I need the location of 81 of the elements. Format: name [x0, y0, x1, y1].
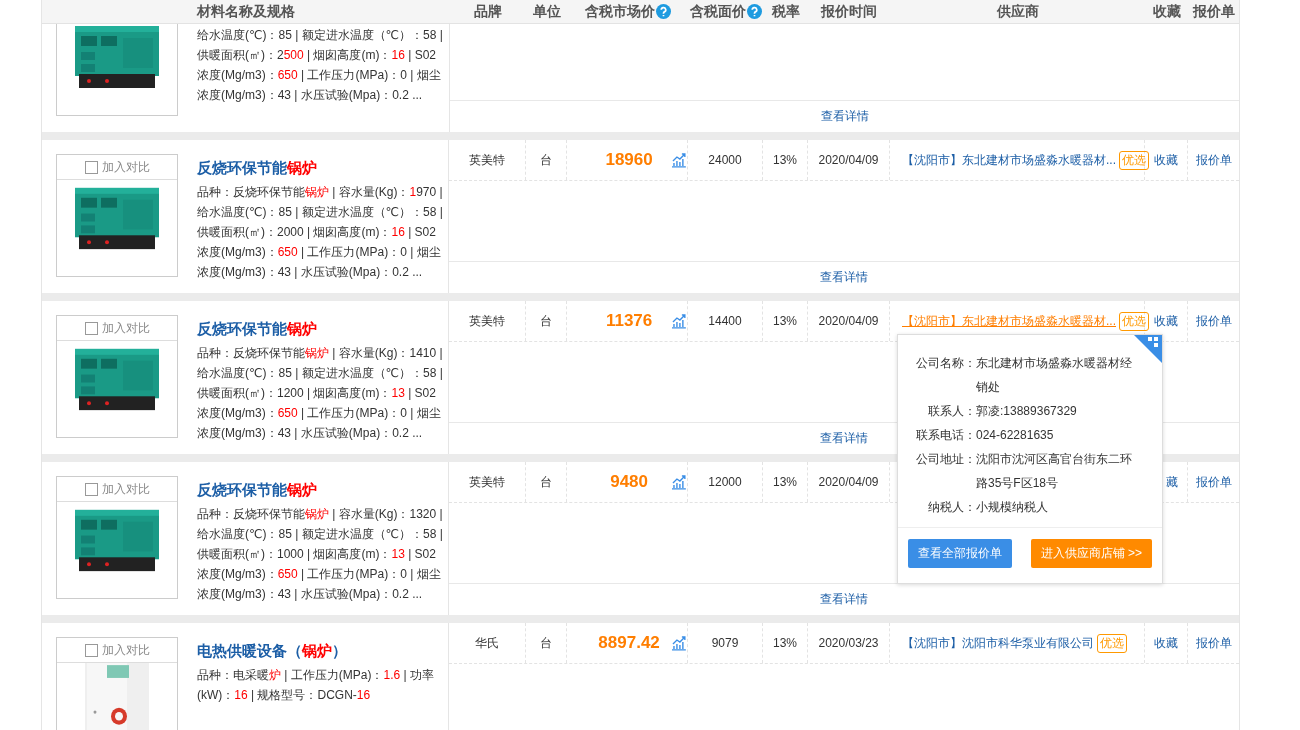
face-price-cell: 24000: [708, 153, 742, 167]
face-price-cell: 12000: [708, 475, 742, 489]
column-header: 材料名称及规格: [196, 2, 295, 21]
quote-link[interactable]: 报价单: [1195, 473, 1232, 491]
trend-chart-icon[interactable]: [671, 635, 687, 651]
field-value: 024-62281635: [976, 427, 1055, 444]
face-price-cell: 14400: [708, 314, 742, 328]
help-icon[interactable]: [746, 4, 762, 19]
date-cell: 2020/04/09: [818, 153, 879, 167]
tax-rate-cell: 13%: [773, 636, 797, 650]
trend-chart-icon[interactable]: [671, 313, 687, 329]
date-cell: 2020/03/23: [818, 636, 879, 650]
column-header: 报价时间: [821, 2, 878, 21]
compare-checkbox[interactable]: 加入对比: [84, 641, 150, 659]
date-cell: 2020/04/09: [818, 475, 879, 489]
compare-checkbox[interactable]: 加入对比: [84, 319, 150, 337]
help-icon[interactable]: [656, 4, 671, 19]
unit-cell: 台: [540, 634, 552, 652]
preferred-badge: 优选: [1097, 633, 1127, 653]
brand-cell: 英美特: [469, 473, 505, 491]
product-spec: 品种：反烧环保节能锅炉 | 容水量(Kg)：1410 | 给水温度(℃)：85 | 额定进水温度（℃）：58 | 供暖面积(㎡)：1200 | 烟囱高度(m)：13 | S02浓度(Mg/m3)：650 | 工作压力(MPa)：0 | 烟尘浓度(Mg/m3)：43 | 水压试验(Mpa)：0.2 ...: [197, 345, 444, 442]
tax-rate-cell: 13%: [773, 314, 797, 328]
face-price-cell: 9079: [711, 636, 739, 650]
product-spec: 品种：反烧环保节能锅炉 | 容水量(Kg)：1970 | 给水温度(℃)：85 | 额定进水温度（℃）：58 | 供暖面积(㎡)：2000 | 烟囱高度(m)：16 | S02浓度(Mg/m3)：650 | 工作压力(MPa)：0 | 烟尘浓度(Mg/m3)：43 | 水压试验(Mpa)：0.2 ...: [197, 184, 444, 281]
price-value: 18960: [604, 150, 654, 170]
unit-cell: 台: [540, 473, 552, 491]
field-label: 联系电话：: [915, 427, 976, 444]
product-title[interactable]: 反烧环保节能锅炉: [197, 320, 447, 339]
compare-checkbox[interactable]: 加入对比: [84, 480, 150, 498]
details-link[interactable]: 查看详情: [820, 430, 868, 447]
collect-link[interactable]: 收藏: [1154, 151, 1178, 169]
price-value: 9480: [609, 472, 649, 492]
collect-link[interactable]: 收藏: [1154, 312, 1178, 330]
quote-link[interactable]: 报价单: [1195, 151, 1232, 169]
supplier-link[interactable]: 【沈阳市】东北建材市场盛淼水暖器材...: [902, 151, 1116, 169]
unit-cell: 台: [540, 151, 552, 169]
collect-link[interactable]: 收藏: [1154, 634, 1178, 652]
column-header: 含税市场价: [585, 2, 655, 21]
column-header: 品牌: [474, 2, 503, 21]
tax-rate-cell: 13%: [773, 153, 797, 167]
column-header: 单位: [533, 2, 562, 21]
unit-cell: 台: [540, 312, 552, 330]
trend-chart-icon[interactable]: [671, 152, 687, 168]
product-title[interactable]: 电热供暖设备（锅炉）: [197, 642, 447, 661]
column-header: 报价单: [1192, 2, 1235, 21]
product-spec: 品种：电采暖炉 | 工作压力(MPa)：1.6 | 功率(kW)：16 | 规格型号：DCGN-16: [197, 667, 435, 704]
supplier-link[interactable]: 【沈阳市】沈阳市科华泵业有限公司: [902, 634, 1094, 652]
date-cell: 2020/04/09: [818, 314, 879, 328]
field-label: 公司地址：: [915, 451, 976, 468]
quote-link[interactable]: 报价单: [1195, 634, 1232, 652]
column-header: 收藏: [1152, 2, 1181, 21]
product-title[interactable]: 反烧环保节能锅炉: [197, 481, 447, 500]
price-value: 11376: [604, 311, 654, 331]
column-header: 供应商: [996, 2, 1039, 21]
field-label: 联系人：: [927, 403, 976, 420]
qr-code-icon[interactable]: [1134, 335, 1162, 363]
tax-rate-cell: 13%: [773, 475, 797, 489]
compare-checkbox[interactable]: 加入对比: [84, 158, 150, 176]
brand-cell: 华氏: [475, 634, 499, 652]
column-header: 含税面价: [689, 2, 746, 21]
details-link[interactable]: 查看详情: [820, 591, 868, 608]
brand-cell: 英美特: [469, 312, 505, 330]
collect-link[interactable]: 藏: [1166, 473, 1178, 491]
preferred-badge: 优选: [1119, 311, 1149, 331]
details-link[interactable]: 查看详情: [820, 269, 868, 286]
field-label: 纳税人：: [927, 499, 976, 516]
product-title[interactable]: 反烧环保节能锅炉: [197, 159, 447, 178]
preferred-badge: 优选: [1119, 150, 1149, 170]
quote-link[interactable]: 报价单: [1195, 312, 1232, 330]
product-spec: 品种：反烧环保节能锅炉 | 容水量(Kg)：1320 | 给水温度(℃)：85 | 额定进水温度（℃）：58 | 供暖面积(㎡)：1000 | 烟囱高度(m)：13 | S02浓度(Mg/m3)：650 | 工作压力(MPa)：0 | 烟尘浓度(Mg/m3)：43 | 水压试验(Mpa)：0.2 ...: [197, 506, 444, 603]
details-link[interactable]: 查看详情: [820, 108, 869, 125]
field-value: 郭凌:13889367329: [976, 403, 1078, 420]
trend-chart-icon[interactable]: [671, 474, 687, 490]
field-value: 沈阳市沈河区高官台街东二环路35号F区18号: [976, 451, 1133, 492]
field-value: 小规模纳税人: [976, 499, 1049, 516]
brand-cell: 英美特: [469, 151, 505, 169]
column-header: 税率: [771, 2, 800, 21]
field-label: 公司名称：: [915, 355, 976, 372]
field-value: 东北建材市场盛淼水暖器材经销处: [976, 355, 1133, 396]
product-spec: 给水温度(℃)：85 | 额定进水温度（℃）：58 | 供暖面积(㎡)：2500 | 烟囱高度(m)：16 | S02浓度(Mg/m3)：650 | 工作压力(MPa)：0 | 烟尘浓度(Mg/m3)：43 | 水压试验(Mpa)：0.2 ...: [197, 27, 444, 104]
price-value: 8897.42: [597, 633, 661, 653]
